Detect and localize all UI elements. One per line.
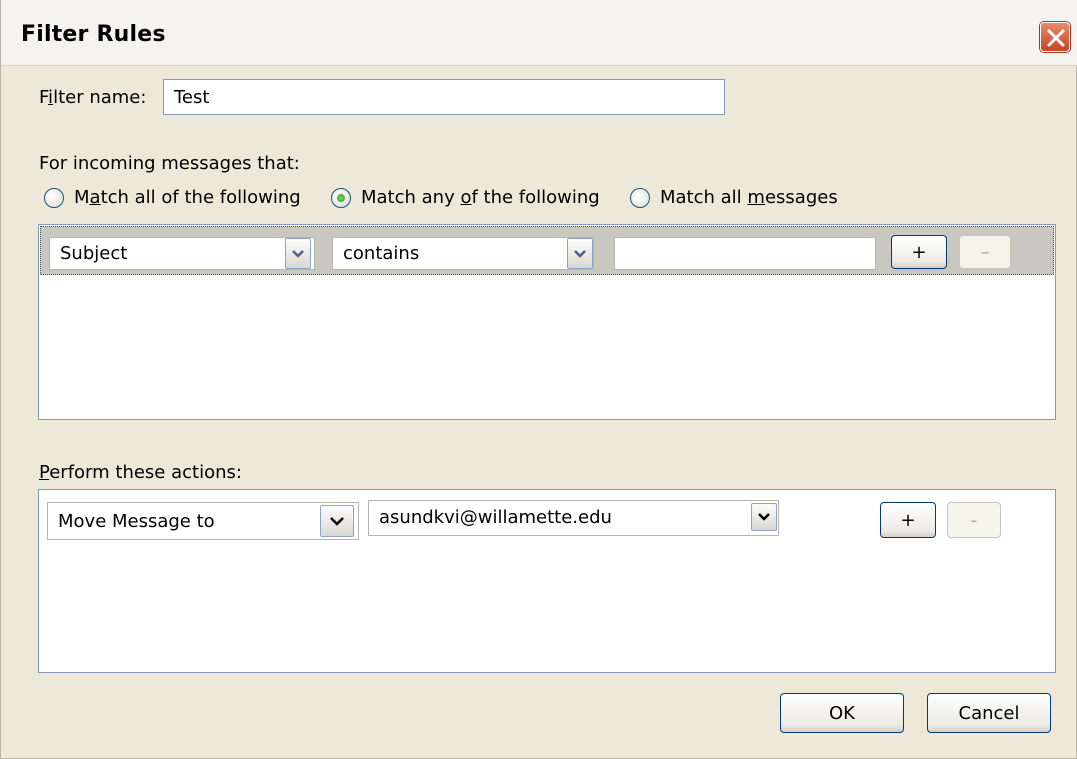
action-target-value: asundkvi@willamette.edu [379, 507, 612, 528]
cancel-button[interactable]: Cancel [927, 693, 1051, 733]
action-type-value: Move Message to [58, 510, 215, 532]
action-type-select[interactable]: Move Message to [47, 502, 359, 540]
add-action-button[interactable]: + [880, 502, 936, 538]
ok-button[interactable]: OK [780, 693, 904, 733]
chevron-down-icon [330, 516, 344, 526]
add-condition-button[interactable]: + [891, 235, 947, 269]
filter-name-input[interactable]: Test [163, 79, 725, 115]
actions-list[interactable]: Move Message to asundkvi@willamette.edu … [38, 489, 1056, 673]
incoming-messages-label: For incoming messages that: [39, 153, 300, 174]
remove-condition-button[interactable]: – [959, 235, 1011, 269]
perform-actions-label: Perform these actions: [39, 462, 242, 483]
filter-name-value: Test [174, 86, 210, 108]
condition-row[interactable]: Subject contains + – [40, 226, 1054, 275]
action-type-dropdown[interactable] [320, 505, 354, 537]
title-bar[interactable]: Filter Rules [1, 0, 1077, 66]
match-any-option[interactable]: Match any of the following [331, 187, 600, 208]
chevron-down-icon [292, 249, 304, 258]
match-any-label: Match any of the following [361, 187, 600, 208]
condition-operator-select[interactable]: contains [332, 237, 594, 270]
match-all-radio[interactable] [44, 187, 64, 208]
filter-rules-dialog: Filter Rules Filter name: Test For incom… [0, 0, 1077, 759]
condition-field-dropdown[interactable] [285, 238, 311, 269]
match-all-messages-radio[interactable] [630, 187, 650, 208]
chevron-down-icon [758, 513, 770, 521]
action-target-dropdown[interactable] [751, 503, 777, 531]
condition-field-value: Subject [60, 243, 128, 264]
close-button[interactable] [1040, 22, 1070, 52]
condition-field-select[interactable]: Subject [49, 237, 315, 270]
chevron-down-icon [574, 249, 586, 258]
condition-operator-value: contains [343, 243, 420, 264]
match-all-messages-label: Match all messages [660, 187, 838, 208]
match-all-messages-option[interactable]: Match all messages [630, 187, 838, 208]
match-all-label: Match all of the following [74, 187, 301, 208]
match-all-option[interactable]: Match all of the following [44, 187, 301, 208]
filter-name-label: Filter name: [39, 87, 147, 108]
close-icon [1047, 29, 1065, 47]
condition-value-input[interactable] [614, 237, 876, 270]
dialog-title: Filter Rules [21, 22, 166, 47]
condition-operator-dropdown[interactable] [567, 238, 593, 269]
remove-action-button[interactable]: - [947, 502, 1001, 538]
match-any-radio[interactable] [331, 187, 351, 208]
conditions-list[interactable]: Subject contains + – [38, 224, 1056, 420]
action-target-select[interactable]: asundkvi@willamette.edu [368, 500, 779, 536]
